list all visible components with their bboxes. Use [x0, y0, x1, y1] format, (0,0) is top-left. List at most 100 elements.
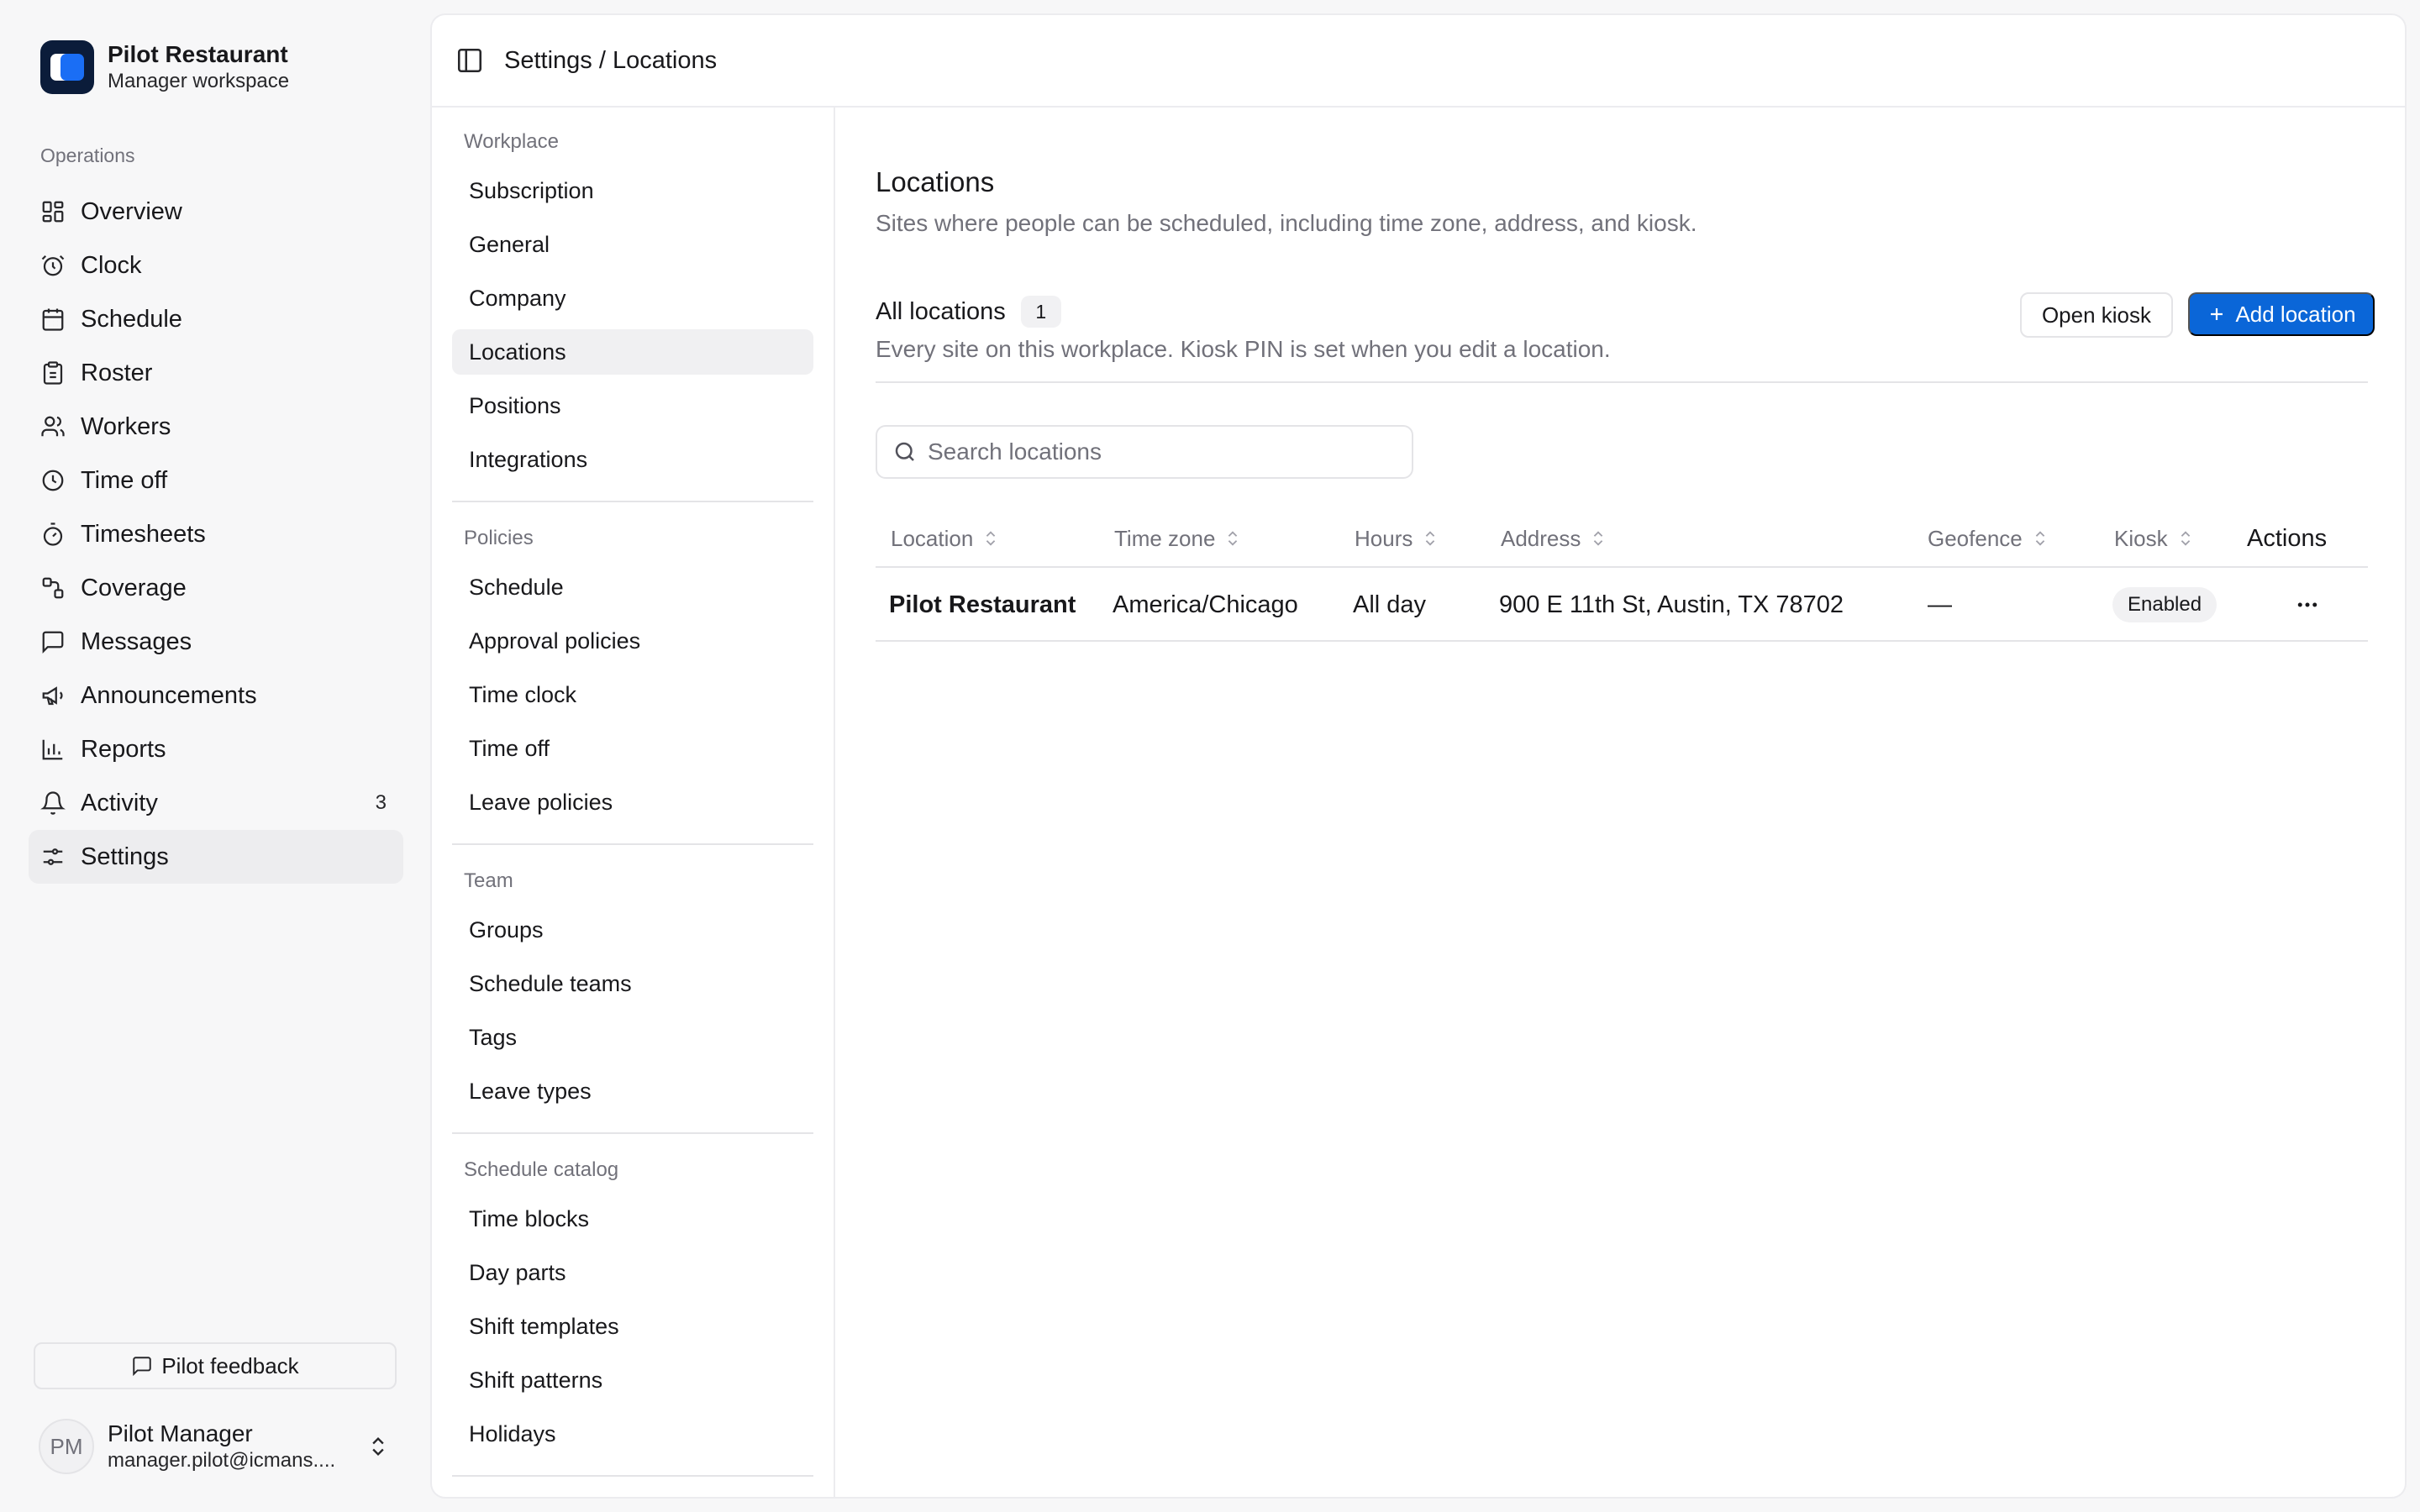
sidebar-item-label: Schedule	[81, 305, 182, 333]
column-label: Location	[891, 525, 974, 551]
sidebar-item-coverage[interactable]: Coverage	[29, 561, 403, 615]
settings-item-groups[interactable]: Groups	[452, 907, 813, 953]
brand-logo	[40, 40, 94, 94]
plus-icon	[2207, 304, 2227, 324]
more-horizontal-icon	[2295, 592, 2320, 617]
sidebar-item-overview[interactable]: Overview	[29, 185, 403, 239]
sidebar-item-label: Coverage	[81, 574, 187, 601]
column-label: Kiosk	[2114, 525, 2168, 551]
column-header-address[interactable]: Address	[1501, 509, 1607, 568]
column-label: Time zone	[1114, 525, 1216, 551]
sidebar-item-label: Roster	[81, 359, 153, 386]
settings-item-day-parts[interactable]: Day parts	[452, 1250, 813, 1295]
sidebar-item-time-off[interactable]: Time off	[29, 454, 403, 507]
settings-item-time-blocks[interactable]: Time blocks	[452, 1196, 813, 1242]
cell-time-zone: America/Chicago	[1113, 591, 1298, 618]
sidebar-toggle-icon[interactable]	[455, 46, 484, 75]
message-icon	[40, 629, 66, 654]
alarm-clock-icon	[40, 253, 66, 278]
add-location-button[interactable]: Add location	[2188, 292, 2375, 336]
settings-item-integrations[interactable]: Integrations	[452, 437, 813, 482]
sidebar-item-label: Settings	[81, 843, 169, 870]
bar-chart-icon	[40, 737, 66, 762]
user-name: Pilot Manager	[108, 1420, 253, 1446]
sidebar-item-label: Reports	[81, 735, 166, 763]
settings-item-holidays[interactable]: Holidays	[452, 1411, 813, 1457]
cell-actions	[2289, 568, 2326, 642]
search-box	[876, 425, 1413, 479]
message-square-icon	[131, 1355, 153, 1377]
sidebar-item-label: Activity	[81, 789, 158, 816]
megaphone-icon	[40, 683, 66, 708]
sidebar-item-announcements[interactable]: Announcements	[29, 669, 403, 722]
settings-item-positions[interactable]: Positions	[452, 383, 813, 428]
settings-item-leave-types[interactable]: Leave types	[452, 1068, 813, 1114]
table-row[interactable]: Pilot Restaurant America/Chicago All day…	[876, 568, 2368, 642]
brand-subtitle: Manager workspace	[108, 70, 290, 92]
settings-item-general[interactable]: General	[452, 222, 813, 267]
settings-item-shift-templates[interactable]: Shift templates	[452, 1304, 813, 1349]
locations-table: Location Time zone Hours Address Geofenc…	[876, 509, 2368, 642]
settings-group-heading: Schedule catalog	[464, 1158, 619, 1181]
settings-item-tags[interactable]: Tags	[452, 1015, 813, 1060]
column-header-location[interactable]: Location	[891, 509, 1000, 568]
add-location-label: Add location	[2235, 301, 2356, 327]
settings-item-approval-policies[interactable]: Approval policies	[452, 618, 813, 664]
column-header-hours[interactable]: Hours	[1355, 509, 1439, 568]
search-input[interactable]	[928, 438, 1398, 465]
settings-item-company[interactable]: Company	[452, 276, 813, 321]
settings-group-schedule-catalog: Schedule catalog Time blocks Day parts S…	[452, 1152, 813, 1477]
column-header-time-zone[interactable]: Time zone	[1114, 509, 1242, 568]
pilot-feedback-button[interactable]: Pilot feedback	[34, 1342, 397, 1389]
sidebar-item-clock[interactable]: Clock	[29, 239, 403, 292]
column-header-actions: Actions	[2247, 509, 2327, 568]
main-panel: Settings / Locations Workplace Subscript…	[430, 13, 2407, 1499]
sidebar-item-settings[interactable]: Settings	[29, 830, 403, 884]
sidebar-item-label: Timesheets	[81, 520, 206, 548]
workspace-switcher[interactable]: Pilot Restaurant Manager workspace	[40, 40, 289, 94]
locations-count-badge: 1	[1020, 296, 1061, 328]
route-icon	[40, 575, 66, 601]
top-bar: Settings / Locations	[432, 15, 2405, 108]
chevrons-up-down-icon	[366, 1435, 390, 1458]
column-label: Hours	[1355, 525, 1413, 551]
open-kiosk-button[interactable]: Open kiosk	[2020, 292, 2173, 338]
table-body: Pilot Restaurant America/Chicago All day…	[876, 568, 2368, 642]
grid-icon	[40, 199, 66, 224]
sidebar-item-activity[interactable]: Activity 3	[29, 776, 403, 830]
user-menu[interactable]: PM Pilot Manager manager.pilot@icmans...…	[39, 1416, 397, 1477]
settings-item-shift-patterns[interactable]: Shift patterns	[452, 1357, 813, 1403]
sort-icon	[1589, 529, 1607, 548]
sidebar-item-label: Announcements	[81, 681, 257, 709]
column-header-kiosk[interactable]: Kiosk	[2114, 509, 2195, 568]
settings-item-subscription[interactable]: Subscription	[452, 168, 813, 213]
settings-nav: Workplace Subscription General Company L…	[432, 108, 835, 1497]
sidebar-item-timesheets[interactable]: Timesheets	[29, 507, 403, 561]
sidebar-item-reports[interactable]: Reports	[29, 722, 403, 776]
row-actions-button[interactable]	[2289, 586, 2326, 623]
settings-item-locations[interactable]: Locations	[452, 329, 813, 375]
settings-group-heading: Team	[464, 869, 513, 892]
settings-item-schedule-teams[interactable]: Schedule teams	[452, 961, 813, 1006]
sidebar-item-label: Time off	[81, 466, 168, 494]
settings-item-time-off[interactable]: Time off	[452, 726, 813, 771]
sort-icon	[2031, 529, 2049, 548]
cell-kiosk: Enabled	[2112, 568, 2217, 642]
column-label: Address	[1501, 525, 1581, 551]
cell-address: 900 E 11th St, Austin, TX 78702	[1499, 591, 1844, 618]
sidebar-item-schedule[interactable]: Schedule	[29, 292, 403, 346]
main-nav: Overview Clock Schedule Roster Workers T…	[29, 185, 403, 884]
cell-location: Pilot Restaurant	[889, 591, 1076, 618]
cell-hours: All day	[1353, 591, 1427, 618]
sidebar-item-roster[interactable]: Roster	[29, 346, 403, 400]
list-description: Every site on this workplace. Kiosk PIN …	[876, 336, 1611, 362]
settings-item-leave-policies[interactable]: Leave policies	[452, 780, 813, 825]
sidebar-item-workers[interactable]: Workers	[29, 400, 403, 454]
column-header-geofence[interactable]: Geofence	[1928, 509, 2049, 568]
settings-item-time-clock[interactable]: Time clock	[452, 672, 813, 717]
list-title: All locations	[876, 297, 1006, 325]
settings-group-workplace: Workplace Subscription General Company L…	[452, 108, 813, 502]
column-label: Actions	[2247, 524, 2328, 552]
settings-item-schedule-policy[interactable]: Schedule	[452, 564, 813, 610]
sidebar-item-messages[interactable]: Messages	[29, 615, 403, 669]
